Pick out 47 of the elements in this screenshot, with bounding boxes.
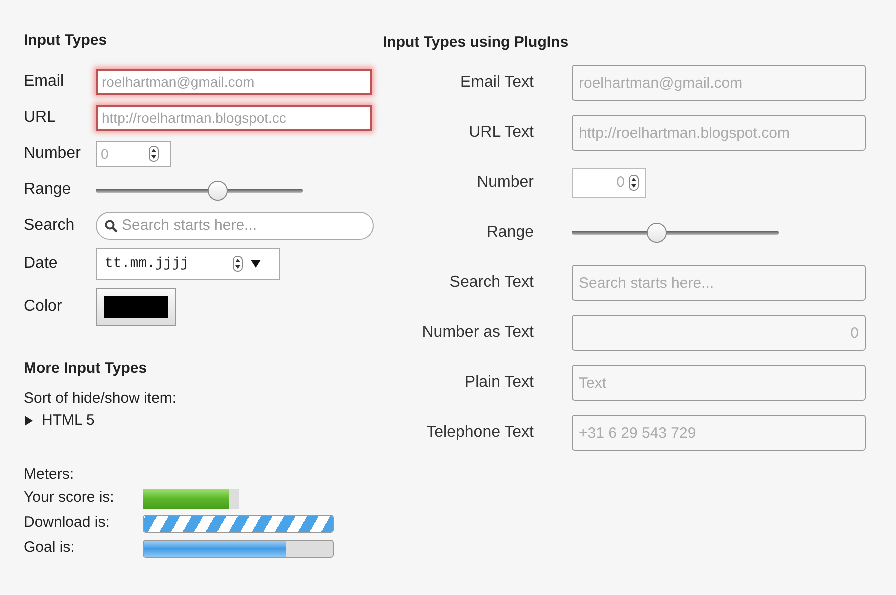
number-field[interactable]: 0 bbox=[572, 168, 646, 198]
spinner-icon[interactable] bbox=[233, 256, 243, 272]
url-field[interactable]: http://roelhartman.blogspot.cc bbox=[96, 105, 372, 131]
search-icon bbox=[105, 220, 118, 232]
slider-thumb[interactable] bbox=[646, 223, 667, 243]
search-field[interactable]: Search starts here... bbox=[96, 212, 374, 240]
slider-thumb[interactable] bbox=[208, 181, 228, 201]
text-field[interactable]: 0 bbox=[572, 315, 866, 351]
field-label: Color bbox=[24, 297, 64, 317]
text-field[interactable]: Search starts here... bbox=[572, 265, 866, 301]
text-field[interactable]: +31 6 29 543 729 bbox=[572, 415, 866, 451]
caret-icon[interactable] bbox=[251, 259, 261, 269]
number-field[interactable]: 0 bbox=[96, 141, 171, 167]
field-label: Email Text bbox=[459, 73, 534, 93]
color-picker[interactable] bbox=[96, 288, 176, 326]
details-toggle[interactable]: HTML 5 bbox=[24, 410, 95, 432]
field-label: Telephone Text bbox=[426, 423, 534, 443]
range-slider[interactable] bbox=[572, 223, 779, 243]
text-field[interactable]: http://roelhartman.blogspot.com bbox=[572, 115, 866, 151]
field-label: Number bbox=[476, 173, 534, 193]
section-title: More Input Types bbox=[24, 359, 148, 379]
meter-label: Goal is: bbox=[24, 538, 76, 558]
text-field[interactable]: Text bbox=[572, 365, 866, 401]
field-label: Date bbox=[24, 254, 59, 274]
field-label: Range bbox=[24, 180, 72, 200]
range-slider[interactable] bbox=[96, 181, 303, 201]
meter-label: Download is: bbox=[24, 513, 111, 534]
meters-title: Meters: bbox=[24, 465, 76, 485]
spinner-icon[interactable] bbox=[629, 175, 639, 191]
date-field[interactable]: tt.mm.jjjj bbox=[96, 248, 280, 280]
section-title: Input Types using PlugIns bbox=[383, 33, 570, 53]
email-field[interactable]: roelhartman@gmail.com bbox=[96, 69, 372, 95]
field-label: Number as Text bbox=[421, 323, 534, 343]
field-label: Search Text bbox=[448, 273, 534, 293]
field-label: Range bbox=[486, 223, 534, 243]
details-caption: Sort of hide/show item: bbox=[24, 389, 178, 409]
section-title: Input Types bbox=[24, 31, 108, 51]
field-label: URL bbox=[24, 108, 58, 128]
field-label: Plain Text bbox=[464, 373, 534, 393]
field-label: Search bbox=[24, 216, 76, 236]
field-label: Number bbox=[24, 144, 82, 164]
field-label: URL Text bbox=[468, 123, 534, 143]
spinner-icon[interactable] bbox=[149, 146, 159, 162]
meter-label: Your score is: bbox=[24, 488, 116, 508]
triangle-right-icon bbox=[24, 416, 34, 426]
field-label: Email bbox=[24, 72, 66, 92]
text-field[interactable]: roelhartman@gmail.com bbox=[572, 65, 866, 101]
